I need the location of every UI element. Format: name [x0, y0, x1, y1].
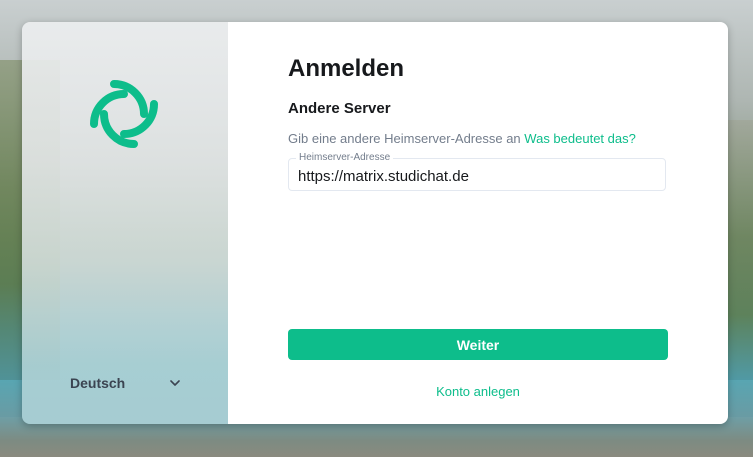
- help-link[interactable]: Was bedeutet das?: [524, 131, 636, 146]
- server-description: Gib eine andere Heimserver-Adresse an Wa…: [288, 131, 636, 146]
- login-card: Deutsch Anmelden Andere Server Gib eine …: [22, 22, 728, 424]
- continue-button[interactable]: Weiter: [288, 329, 668, 360]
- section-subtitle: Andere Server: [288, 100, 391, 117]
- language-selector[interactable]: Deutsch: [70, 372, 182, 394]
- create-account-link[interactable]: Konto anlegen: [288, 384, 668, 399]
- login-main: Anmelden Andere Server Gib eine andere H…: [228, 22, 728, 424]
- homeserver-field: Heimserver-Adresse: [288, 152, 666, 191]
- homeserver-input[interactable]: [289, 159, 665, 190]
- element-logo-icon: [90, 80, 158, 148]
- chevron-down-icon: [170, 380, 180, 386]
- page-title: Anmelden: [288, 55, 405, 82]
- server-description-text: Gib eine andere Heimserver-Adresse an: [288, 131, 521, 146]
- login-sidebar: Deutsch: [22, 22, 228, 424]
- language-label: Deutsch: [70, 375, 126, 391]
